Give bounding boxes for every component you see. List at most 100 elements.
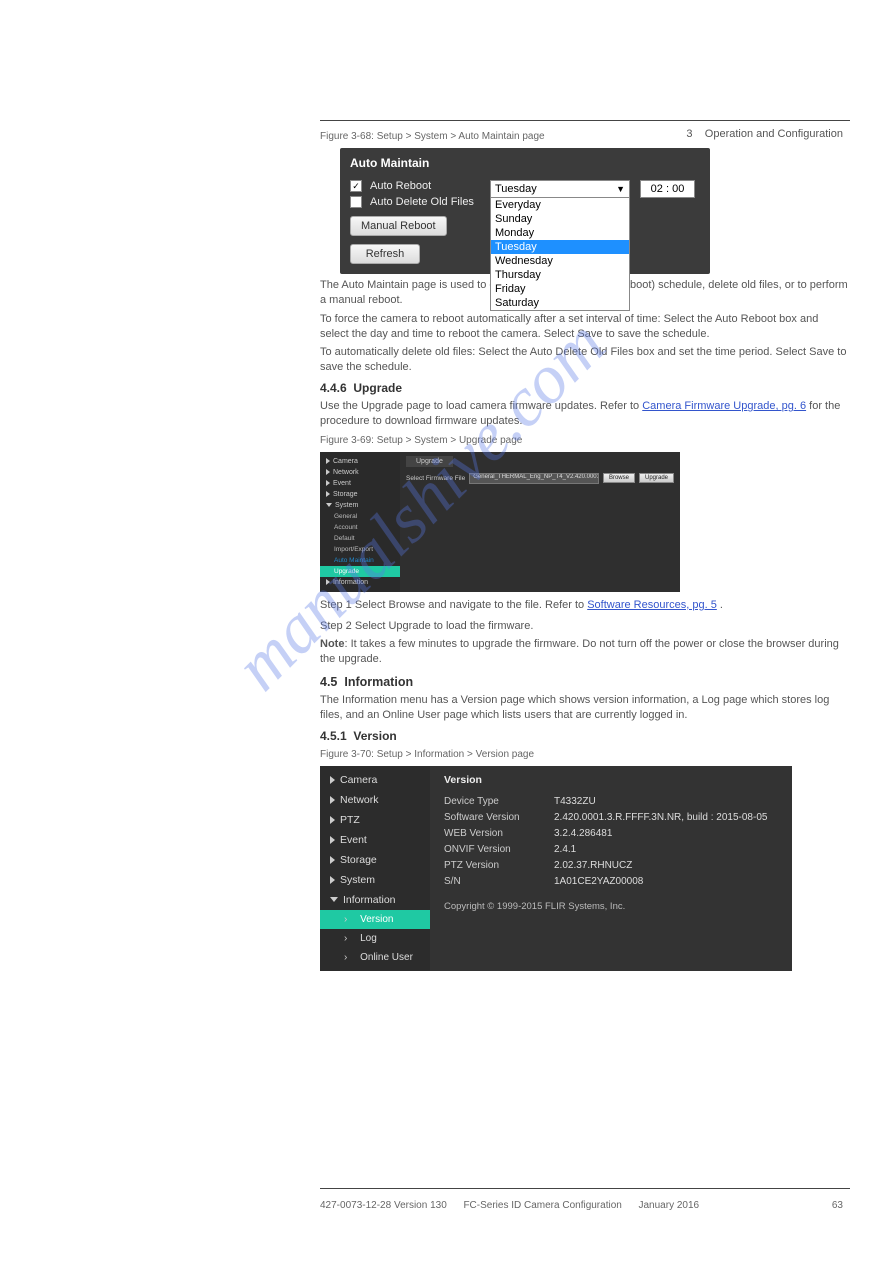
dropdown-item-thursday[interactable]: Thursday [491,268,629,282]
kv-key: Device Type [444,796,554,807]
information-para: The Information menu has a Version page … [320,693,850,723]
dropdown-item-everyday[interactable]: Everyday [491,198,629,212]
sidebar-label: Camera [340,774,377,786]
manual-reboot-button[interactable]: Manual Reboot [350,216,447,236]
figure-70-caption: Figure 3-70: Setup > Information > Versi… [320,749,850,760]
sidebar-item-information[interactable]: Information [320,577,400,588]
triangle-right-icon [326,469,330,475]
dropdown-item-monday[interactable]: Monday [491,226,629,240]
dropdown-item-saturday[interactable]: Saturday [491,296,629,310]
refresh-button[interactable]: Refresh [350,244,420,264]
upgrade-step-2: Step 2 Select Upgrade to load the firmwa… [320,619,850,634]
triangle-right-icon [330,776,335,784]
sidebar-item-storage[interactable]: Storage [320,489,400,500]
sidebar-item-network[interactable]: Network [320,790,430,810]
bullet-icon: › [344,914,347,925]
bullet-icon: › [344,933,347,944]
section-451-heading: 4.5.1 Version [320,729,850,743]
upgrade-panel: Camera Network Event Storage System Gene… [320,452,680,592]
sidebar-label: Network [340,794,379,806]
kv-row: PTZ Version2.02.37.RHNUCZ [444,860,778,871]
kv-value: 2.4.1 [554,844,576,855]
kv-row: Software Version2.420.0001.3.R.FFFF.3N.N… [444,812,778,823]
footer-date: January 2016 [639,1200,700,1211]
sidebar-sub-log[interactable]: › Log [320,929,430,948]
sidebar-sub-automaintain[interactable]: Auto Maintain [320,555,400,566]
footer-left: 427-0073-12-28 Version 130 FC-Series ID … [320,1200,699,1211]
triangle-right-icon [326,491,330,497]
kv-key: PTZ Version [444,860,554,871]
sidebar-sub-general[interactable]: General [320,511,400,522]
section-45-title: Information [344,675,413,689]
triangle-right-icon [330,796,335,804]
auto-reboot-checkbox[interactable] [350,180,362,192]
figure-68-caption: Figure 3-68: Setup > System > Auto Maint… [320,131,850,142]
firmware-file-input[interactable]: General_THERMAL_Eng_NP_T4_V2.420.0001.0.… [469,473,599,484]
sidebar-item-camera[interactable]: Camera [320,770,430,790]
sidebar-item-network[interactable]: Network [320,467,400,478]
auto-reboot-label: Auto Reboot [370,180,431,192]
browse-button[interactable]: Browse [603,473,635,483]
sidebar-label: Event [340,834,367,846]
sidebar-item-system[interactable]: System [320,870,430,890]
day-dropdown-selected: Tuesday [495,183,537,195]
triangle-right-icon [330,816,335,824]
kv-row: ONVIF Version2.4.1 [444,844,778,855]
upgrade-button[interactable]: Upgrade [639,473,674,483]
footer-doc-id: 427-0073-12-28 Version 130 [320,1200,447,1211]
copyright-text: Copyright © 1999-2015 FLIR Systems, Inc. [444,901,778,912]
dropdown-item-tuesday[interactable]: Tuesday [491,240,629,254]
kv-value: 2.420.0001.3.R.FFFF.3N.NR, build : 2015-… [554,812,767,823]
kv-row: WEB Version3.2.4.286481 [444,828,778,839]
firmware-file-label: Select Firmware File [406,475,465,482]
firmware-upgrade-link[interactable]: Camera Firmware Upgrade, pg. 6 [642,400,806,412]
section-45-num: 4.5 [320,675,337,689]
auto-maintain-para-2: To force the camera to reboot automatica… [320,312,850,342]
sidebar-item-ptz[interactable]: PTZ [320,810,430,830]
auto-delete-label: Auto Delete Old Files [370,196,474,208]
sidebar-label: Information [343,894,396,906]
sidebar-sub-importexport[interactable]: Import/Export [320,544,400,555]
sidebar-sub-default[interactable]: Default [320,533,400,544]
upgrade-tab[interactable]: Upgrade [406,456,453,467]
time-input[interactable]: 02 : 00 [640,180,695,198]
kv-key: S/N [444,876,554,887]
section-446-title: Upgrade [353,381,402,395]
sidebar-label-camera: Camera [333,458,358,465]
sidebar-item-system[interactable]: System [320,500,400,511]
triangle-right-icon [326,480,330,486]
day-dropdown[interactable]: Tuesday ▼ Everyday Sunday Monday Tuesday… [490,180,630,311]
kv-key: ONVIF Version [444,844,554,855]
triangle-down-icon [326,503,332,507]
sidebar-sub-onlineuser[interactable]: › Online User [320,948,430,967]
section-451-num: 4.5.1 [320,729,347,743]
sidebar-item-information[interactable]: Information [320,890,430,910]
sidebar-label: System [340,874,375,886]
dropdown-item-sunday[interactable]: Sunday [491,212,629,226]
section-446-num: 4.4.6 [320,381,347,395]
note-label: Note [320,638,344,650]
triangle-right-icon [330,876,335,884]
dropdown-item-friday[interactable]: Friday [491,282,629,296]
dropdown-item-wednesday[interactable]: Wednesday [491,254,629,268]
kv-key: Software Version [444,812,554,823]
sidebar-sub-version[interactable]: › Version [320,910,430,929]
software-resources-link[interactable]: Software Resources, pg. 5 [587,599,717,611]
sidebar-sub-label: Version [360,914,393,925]
sidebar-sub-account[interactable]: Account [320,522,400,533]
triangle-down-icon [330,897,338,902]
sidebar-item-event[interactable]: Event [320,830,430,850]
upgrade-step-1: Step 1 Select Browse and navigate to the… [320,598,850,613]
sidebar-item-storage[interactable]: Storage [320,850,430,870]
sidebar-item-event[interactable]: Event [320,478,400,489]
triangle-right-icon [330,836,335,844]
sidebar-label-system: System [335,502,358,509]
sidebar-sub-upgrade[interactable]: Upgrade [320,566,400,577]
kv-value: T4332ZU [554,796,596,807]
kv-value: 2.02.37.RHNUCZ [554,860,632,871]
sidebar-item-camera[interactable]: Camera [320,456,400,467]
upgrade-note: Note: It takes a few minutes to upgrade … [320,637,850,667]
auto-delete-checkbox[interactable] [350,196,362,208]
kv-row: S/N1A01CE2YAZ00008 [444,876,778,887]
sidebar-label-network: Network [333,469,359,476]
